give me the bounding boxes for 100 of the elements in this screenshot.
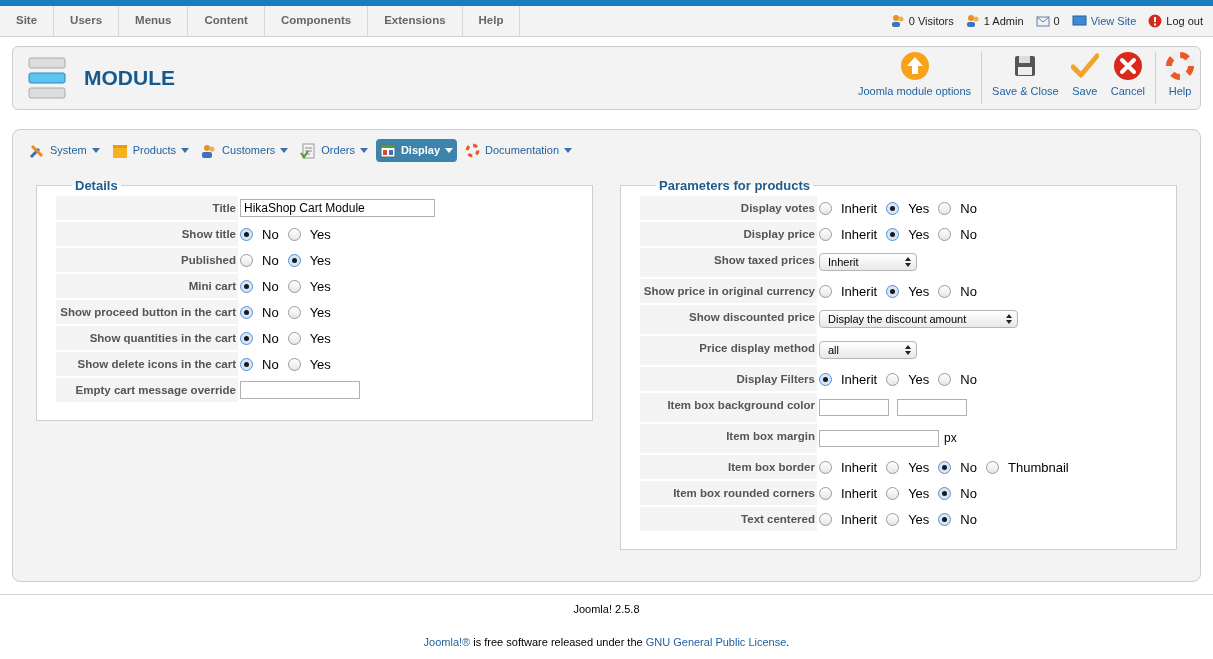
- text-field[interactable]: HikaShop Cart Module: [240, 198, 435, 217]
- radio-button[interactable]: [287, 254, 301, 268]
- radio-button[interactable]: [886, 202, 900, 216]
- spinner-arrows-icon: [905, 345, 911, 355]
- radio-button[interactable]: [819, 513, 832, 527]
- nav-tab[interactable]: Documentation: [461, 139, 577, 162]
- option-label: Yes: [908, 226, 930, 244]
- radio-button[interactable]: [886, 461, 900, 475]
- menu-item[interactable]: Menus: [119, 6, 189, 36]
- radio-button[interactable]: [819, 487, 832, 501]
- radio-button[interactable]: [287, 306, 301, 320]
- radio-button[interactable]: [886, 487, 900, 501]
- footer-link[interactable]: Joomla!®: [423, 635, 471, 648]
- radio-button[interactable]: [240, 306, 253, 320]
- radio-button[interactable]: [886, 373, 900, 387]
- option-label: Yes: [908, 371, 930, 389]
- status-link[interactable]: 0 Visitors: [908, 12, 954, 30]
- nav-tab[interactable]: Orders: [296, 139, 372, 162]
- option-label: Inherit: [841, 485, 878, 503]
- nav-tab[interactable]: Customers: [197, 139, 293, 162]
- caret-icon: [564, 148, 573, 153]
- radio-button[interactable]: [938, 373, 952, 387]
- toolbar-button[interactable]: Save & Close: [986, 47, 1065, 109]
- radio-button[interactable]: [240, 254, 253, 268]
- option-label: Yes: [908, 283, 930, 301]
- radio-button[interactable]: [938, 228, 952, 242]
- tools-icon: [29, 142, 45, 159]
- field-label: Show discounted price: [640, 304, 817, 334]
- option-label: Yes: [309, 304, 331, 322]
- radio-button[interactable]: [819, 202, 832, 216]
- menu-item[interactable]: Users: [54, 6, 120, 36]
- toolbar-button[interactable]: Save: [1064, 47, 1105, 109]
- option-label: No: [262, 304, 279, 322]
- option-label: No: [960, 511, 977, 529]
- nav-tab[interactable]: System: [25, 139, 104, 162]
- color-field[interactable]: [819, 398, 889, 416]
- dropdown[interactable]: Display the discount amount: [819, 310, 1019, 328]
- option-label: Inherit: [841, 371, 878, 389]
- caret-icon: [359, 148, 368, 153]
- toolbar-button[interactable]: Joomla module options: [851, 47, 978, 109]
- radio-button[interactable]: [986, 461, 999, 475]
- menu-item[interactable]: Help: [462, 6, 521, 36]
- field-label: Mini cart: [56, 273, 238, 298]
- radio-button[interactable]: [938, 487, 952, 501]
- option-label: Inherit: [841, 226, 878, 244]
- toolbar-button[interactable]: Cancel: [1104, 47, 1151, 109]
- radio-button[interactable]: [938, 285, 952, 299]
- option-label: No: [960, 226, 977, 244]
- status-link[interactable]: 1 Admin: [983, 12, 1024, 30]
- radio-button[interactable]: [240, 280, 253, 294]
- spinner-arrows-icon: [905, 257, 911, 267]
- radio-button[interactable]: [886, 285, 900, 299]
- text-field[interactable]: [240, 380, 360, 399]
- dropdown[interactable]: Inherit: [819, 253, 917, 271]
- option-label: No: [960, 371, 977, 389]
- radio-button[interactable]: [287, 280, 301, 294]
- radio-button[interactable]: [819, 373, 832, 387]
- radio-button[interactable]: [287, 332, 301, 346]
- option-label: No: [262, 278, 279, 296]
- option-label: Yes: [908, 459, 930, 477]
- color-field[interactable]: [897, 398, 967, 416]
- radio-button[interactable]: [938, 513, 952, 527]
- status-link[interactable]: 0: [1053, 12, 1060, 30]
- option-label: Yes: [908, 200, 930, 218]
- checkmark-icon: [1070, 52, 1099, 79]
- field-label: Show price in original currency: [640, 278, 817, 303]
- radio-button[interactable]: [886, 228, 900, 242]
- fieldset-legend: Parameters for products: [656, 176, 813, 196]
- menu-item[interactable]: Content: [188, 6, 265, 36]
- menu-item[interactable]: Extensions: [368, 6, 463, 36]
- radio-button[interactable]: [819, 285, 832, 299]
- menu-item[interactable]: Components: [264, 6, 369, 36]
- unit-label: px: [944, 430, 957, 447]
- field-label: Show delete icons in the cart: [56, 351, 238, 376]
- nav-tab[interactable]: Products: [107, 139, 194, 162]
- menu-item[interactable]: Site: [0, 6, 55, 36]
- dropdown[interactable]: all: [819, 341, 917, 359]
- radio-button[interactable]: [240, 358, 253, 372]
- toolbar-button[interactable]: Help: [1160, 47, 1200, 109]
- margin-field[interactable]: [819, 429, 939, 447]
- radio-button[interactable]: [886, 513, 900, 527]
- radio-button[interactable]: [819, 461, 832, 475]
- radio-button[interactable]: [938, 202, 952, 216]
- field-label: Display votes: [640, 195, 817, 220]
- status-link[interactable]: Log out: [1166, 12, 1203, 30]
- field-label: Item box margin: [640, 423, 817, 453]
- envelope-icon: [1035, 15, 1050, 27]
- status-link[interactable]: View Site: [1090, 12, 1137, 30]
- radio-button[interactable]: [287, 358, 301, 372]
- radio-button[interactable]: [240, 332, 253, 346]
- radio-button[interactable]: [240, 228, 253, 242]
- radio-button[interactable]: [819, 228, 832, 242]
- users-icon: [890, 14, 905, 28]
- option-label: Yes: [908, 485, 930, 503]
- field-label: Title: [56, 195, 238, 220]
- radio-button[interactable]: [287, 228, 301, 242]
- nav-tab[interactable]: Display: [375, 139, 458, 162]
- window-icon: [379, 143, 396, 158]
- radio-button[interactable]: [938, 461, 952, 475]
- option-label: No: [262, 252, 279, 270]
